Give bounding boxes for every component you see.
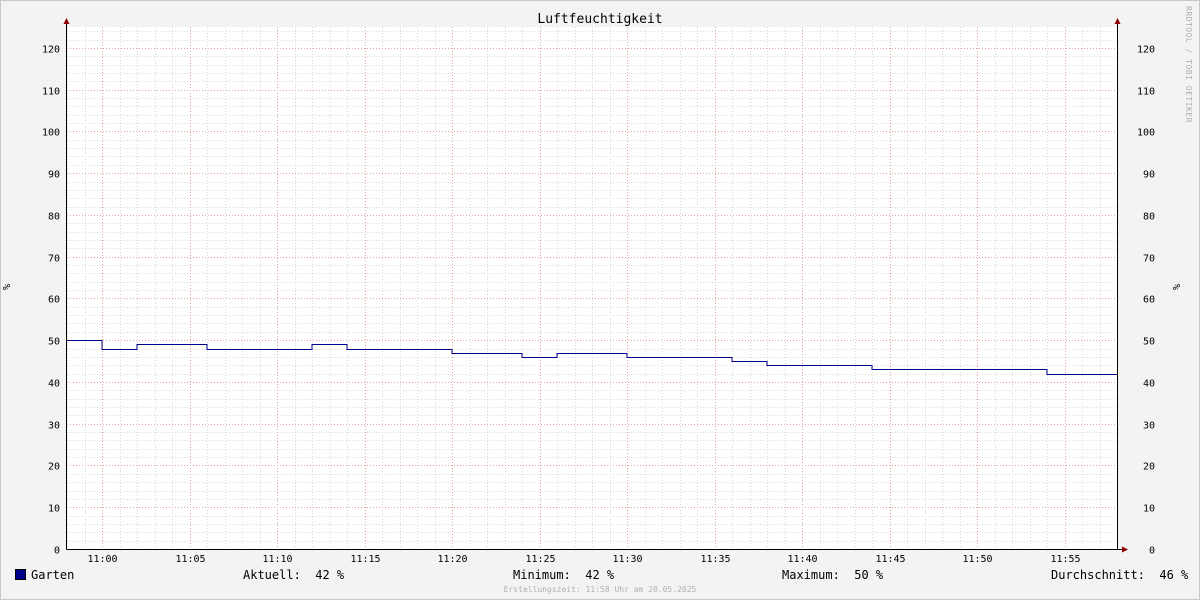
x-tick-label: 11:35 <box>700 554 730 565</box>
average-label: Durchschnitt: <box>1051 568 1145 582</box>
legend-swatch <box>15 569 26 580</box>
y-tick-label-right: 20 <box>1143 462 1155 473</box>
y-tick-label-right: 110 <box>1137 87 1155 98</box>
legend-minimum: Minimum: 42 % <box>513 568 614 582</box>
x-tick-label: 11:50 <box>962 554 992 565</box>
y-tick-label-left: 110 <box>42 87 60 98</box>
x-axis-arrow <box>1122 546 1128 553</box>
watermark: RRDTOOL / TOBI OETIKER <box>1184 6 1193 123</box>
y-tick-label-left: 80 <box>48 212 60 223</box>
x-tick-label: 11:20 <box>437 554 467 565</box>
y-tick-label-left: 20 <box>48 462 60 473</box>
y-tick-label-right: 100 <box>1137 128 1155 139</box>
y-axis-label-right: % <box>1172 284 1183 290</box>
maximum-label: Maximum: <box>782 568 840 582</box>
legend-series: Garten <box>15 568 74 582</box>
y-tick-label-left: 50 <box>48 337 60 348</box>
legend-average: Durchschnitt: 46 % <box>1051 568 1188 582</box>
chart-title: Luftfeuchtigkeit <box>537 12 662 27</box>
minimum-value: 42 % <box>585 568 615 582</box>
legend-maximum: Maximum: 50 % <box>782 568 883 582</box>
y-tick-label-left: 10 <box>48 504 60 515</box>
y-axis-arrow-left <box>63 18 70 24</box>
maximum-value: 50 % <box>854 568 884 582</box>
legend-series-name: Garten <box>31 568 75 582</box>
creation-time: Erstellungszeit: 11:58 Uhr am 20.05.2025 <box>503 585 697 594</box>
y-axis-label-left: % <box>2 284 13 290</box>
x-tick-label: 11:05 <box>175 554 205 565</box>
y-tick-label-left: 70 <box>48 254 60 265</box>
y-tick-label-left: 40 <box>48 379 60 390</box>
y-tick-label-left: 0 <box>54 546 60 557</box>
y-tick-label-right: 30 <box>1143 421 1155 432</box>
x-tick-label: 11:15 <box>350 554 380 565</box>
x-tick-label: 11:30 <box>612 554 642 565</box>
y-tick-label-left: 100 <box>42 128 60 139</box>
minimum-label: Minimum: <box>513 568 571 582</box>
current-value: 42 % <box>315 568 345 582</box>
y-tick-label-right: 70 <box>1143 254 1155 265</box>
x-tick-label: 11:25 <box>525 554 555 565</box>
current-label: Aktuell: <box>243 568 301 582</box>
average-value: 46 % <box>1159 568 1189 582</box>
x-tick-label: 11:45 <box>875 554 905 565</box>
y-tick-label-right: 40 <box>1143 379 1155 390</box>
y-tick-label-right: 90 <box>1143 170 1155 181</box>
x-tick-label: 11:10 <box>262 554 292 565</box>
y-tick-label-left: 90 <box>48 170 60 181</box>
y-tick-label-right: 10 <box>1143 504 1155 515</box>
y-axis-arrow-right <box>1114 18 1121 24</box>
y-tick-label-left: 120 <box>42 45 60 56</box>
legend-current: Aktuell: 42 % <box>243 568 344 582</box>
y-tick-label-right: 60 <box>1143 295 1155 306</box>
y-tick-label-right: 120 <box>1137 45 1155 56</box>
y-tick-label-right: 80 <box>1143 212 1155 223</box>
x-tick-label: 11:00 <box>87 554 117 565</box>
x-tick-label: 11:40 <box>787 554 817 565</box>
y-tick-label-right: 0 <box>1149 546 1155 557</box>
y-tick-label-left: 60 <box>48 295 60 306</box>
chart: 11:00 11:05 11:10 11:15 11:20 11:25 11:30 11:35… <box>2 12 1183 565</box>
x-tick-label: 11:55 <box>1050 554 1080 565</box>
y-tick-label-right: 50 <box>1143 337 1155 348</box>
y-tick-label-left: 30 <box>48 421 60 432</box>
